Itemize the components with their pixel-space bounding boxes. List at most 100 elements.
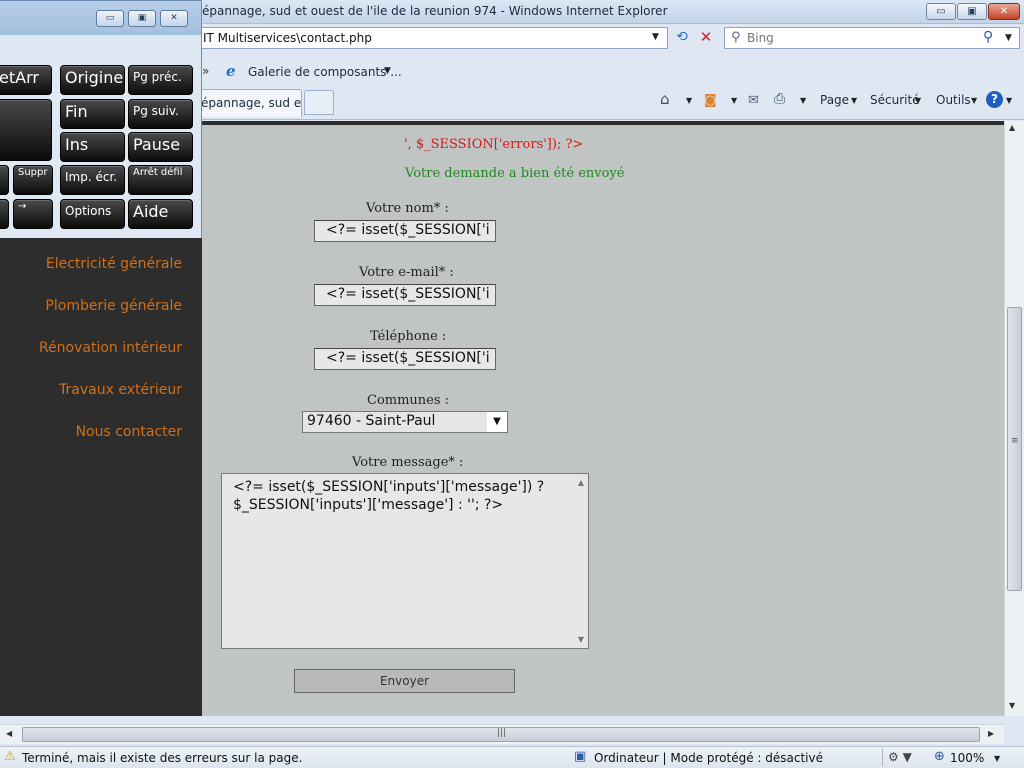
key-page-up[interactable]: Pg préc.	[128, 65, 193, 95]
horizontal-scroll-thumb[interactable]: |||	[22, 727, 980, 742]
mail-icon[interactable]: ✉	[748, 93, 759, 108]
scroll-right-icon[interactable]: ▶	[988, 729, 994, 738]
address-dropdown-icon[interactable]: ▼	[652, 32, 664, 42]
security-zone[interactable]: Ordinateur | Mode protégé : désactivé	[594, 751, 823, 765]
search-icon[interactable]: ⚲	[983, 29, 993, 45]
key-end[interactable]: Fin	[60, 99, 125, 129]
commune-label: Communes :	[367, 393, 450, 408]
gallery-dropdown-icon[interactable]: ▼	[384, 66, 391, 76]
favorites-chevron-icon[interactable]: »	[202, 64, 209, 78]
key-help[interactable]: Aide	[128, 199, 193, 229]
sidebar-item-plomberie[interactable]: Plomberie générale	[45, 298, 182, 314]
sidebar-item-electricite[interactable]: Electricité générale	[46, 256, 182, 272]
minimize-button[interactable]: ▭	[926, 3, 956, 20]
bing-search-icon: ⚲	[731, 30, 741, 45]
key-partial-left[interactable]	[0, 165, 9, 195]
home-icon[interactable]: ⌂	[660, 90, 670, 108]
page-dropdown-icon[interactable]: ▼	[851, 96, 857, 105]
key-page-down[interactable]: Pg suiv.	[128, 99, 193, 129]
key-pause[interactable]: Pause	[128, 132, 193, 162]
search-input[interactable]	[747, 29, 977, 47]
search-dropdown-icon[interactable]: ▼	[1005, 33, 1012, 43]
sidebar-item-contact[interactable]: Nous contacter	[76, 424, 182, 440]
maximize-button[interactable]: ▣	[957, 3, 987, 20]
key-home[interactable]: Origine	[60, 65, 125, 95]
name-label: Votre nom* :	[366, 201, 449, 216]
zoom-icon[interactable]: ⊕	[934, 749, 945, 764]
key-print-screen[interactable]: Imp. écr.	[60, 165, 125, 195]
favorites-bar: » e Galerie de composants ... ▼	[202, 60, 1024, 84]
zoom-level[interactable]: 100%	[950, 751, 984, 765]
favorites-gallery-link[interactable]: Galerie de composants ...	[248, 65, 402, 79]
scroll-up-icon[interactable]: ▲	[1009, 123, 1015, 132]
print-dropdown-icon[interactable]: ▼	[800, 96, 806, 105]
ie-logo-icon: e	[226, 62, 236, 80]
keyboard-title-bar[interactable]: ▭ ▣ ✕	[0, 1, 201, 35]
keyboard-close-button[interactable]: ✕	[160, 10, 188, 27]
keyboard-maximize-button[interactable]: ▣	[128, 10, 156, 27]
status-text: Terminé, mais il existe des erreurs sur …	[22, 751, 303, 765]
submit-button[interactable]: Envoyer	[294, 669, 515, 693]
feeds-icon[interactable]: ◙	[704, 93, 717, 108]
grip-icon: |||	[497, 728, 507, 738]
page-header-strip	[202, 121, 1004, 125]
key-enter[interactable]	[0, 99, 52, 161]
vertical-scrollbar[interactable]: ▲ ≡ ▼	[1004, 121, 1024, 716]
new-tab-button[interactable]	[304, 90, 334, 115]
keyboard-body: etArr Origine Pg préc. Fin Pg suiv. Ins …	[0, 35, 201, 238]
scroll-up-icon[interactable]: ▲	[578, 478, 584, 487]
status-divider	[882, 749, 883, 766]
computer-zone-icon: ▣	[574, 749, 587, 764]
on-screen-keyboard-window: ▭ ▣ ✕ etArr Origine Pg préc. Fin Pg suiv…	[0, 0, 202, 238]
security-menu[interactable]: Sécurité	[870, 93, 920, 107]
key-partial-left-2[interactable]	[0, 199, 9, 229]
commune-select[interactable]: 97460 - Saint-Paul ▼	[302, 411, 508, 433]
key-scroll-lock[interactable]: Arrêt défil	[128, 165, 193, 195]
security-dropdown-icon[interactable]: ▼	[915, 96, 921, 105]
help-dropdown-icon[interactable]: ▼	[1006, 96, 1012, 105]
chevron-down-icon[interactable]: ▼	[487, 412, 507, 432]
message-text: <?= isset($_SESSION['inputs']['message']…	[233, 479, 545, 513]
tools-icon[interactable]: ⚙ ▼	[888, 750, 912, 764]
window-title: épannage, sud et ouest de l'ile de la re…	[202, 4, 668, 18]
vertical-scroll-thumb[interactable]: ≡	[1007, 307, 1022, 591]
sidebar-item-renovation[interactable]: Rénovation intérieur	[39, 340, 182, 356]
tab-active[interactable]: épannage, sud e...	[192, 89, 302, 117]
grip-icon: ≡	[1011, 436, 1019, 446]
zoom-dropdown-icon[interactable]: ▼	[994, 754, 1000, 763]
message-textarea[interactable]: <?= isset($_SESSION['inputs']['message']…	[221, 473, 589, 649]
scroll-down-icon[interactable]: ▼	[578, 635, 584, 644]
keyboard-minimize-button[interactable]: ▭	[96, 10, 124, 27]
scroll-left-icon[interactable]: ◀	[6, 729, 12, 738]
refresh-icon[interactable]: ⟲	[671, 29, 693, 48]
key-backspace[interactable]: etArr	[0, 65, 52, 95]
horizontal-scrollbar[interactable]: ◀ ||| ▶	[0, 724, 1004, 744]
search-box: ⚲ ⚲ ▼	[724, 27, 1020, 49]
email-label: Votre e-mail* :	[359, 265, 454, 280]
print-icon[interactable]: ⎙	[774, 91, 785, 107]
key-options[interactable]: Options	[60, 199, 125, 229]
feeds-dropdown-icon[interactable]: ▼	[731, 96, 737, 105]
success-message: Votre demande a bien été envoyé	[405, 166, 625, 181]
email-field[interactable]: <?= isset($_SESSION['i	[314, 284, 496, 306]
message-label: Votre message* :	[352, 455, 464, 470]
name-field[interactable]: <?= isset($_SESSION['i	[314, 220, 496, 242]
home-dropdown-icon[interactable]: ▼	[686, 96, 692, 105]
phone-label: Téléphone :	[370, 329, 447, 344]
tools-menu[interactable]: Outils	[936, 93, 971, 107]
sidebar-item-travaux[interactable]: Travaux extérieur	[59, 382, 182, 398]
phone-field[interactable]: <?= isset($_SESSION['i	[314, 348, 496, 370]
scroll-down-icon[interactable]: ▼	[1009, 701, 1015, 710]
warning-icon[interactable]: ⚠	[4, 749, 16, 764]
close-button[interactable]: ✕	[988, 3, 1020, 20]
page-menu[interactable]: Page	[820, 93, 849, 107]
tools-dropdown-icon[interactable]: ▼	[971, 96, 977, 105]
key-right-arrow[interactable]: →	[13, 199, 53, 229]
stop-icon[interactable]: ✕	[696, 28, 716, 48]
key-delete[interactable]: Suppr	[13, 165, 53, 195]
status-bar: ⚠ Terminé, mais il existe des erreurs su…	[0, 746, 1024, 768]
help-icon[interactable]: ?	[986, 91, 1003, 108]
key-insert[interactable]: Ins	[60, 132, 125, 162]
commune-selected-value: 97460 - Saint-Paul	[307, 413, 436, 429]
errors-message: ', $_SESSION['errors']); ?>	[404, 137, 584, 152]
